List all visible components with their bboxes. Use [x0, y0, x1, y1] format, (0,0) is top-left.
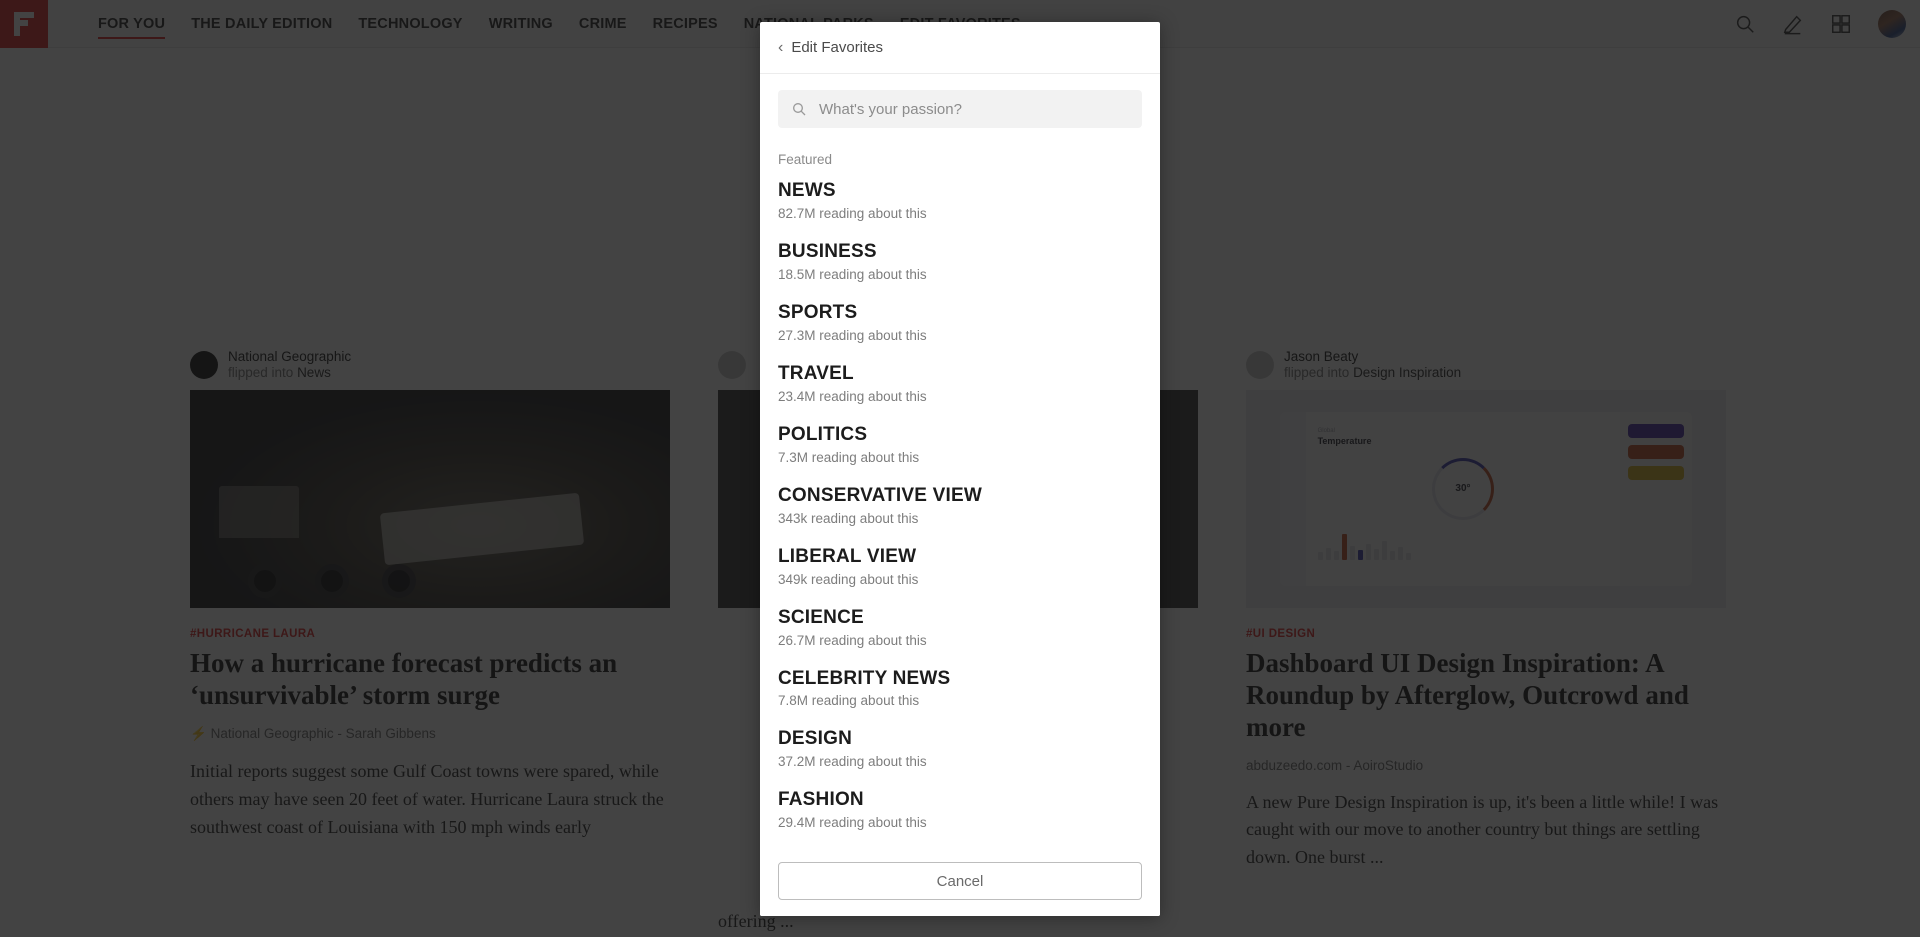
topic-row[interactable]: SPORTS 27.3M reading about this [778, 301, 1142, 343]
back-label: Edit Favorites [791, 39, 884, 56]
topic-reader-count: 82.7M reading about this [778, 205, 927, 221]
chevron-left-icon: ‹ [778, 38, 784, 56]
topic-row[interactable]: LIBERAL VIEW 349k reading about this [778, 545, 1142, 587]
topic-reader-count: 29.4M reading about this [778, 815, 927, 831]
topic-row[interactable]: BUSINESS 18.5M reading about this [778, 240, 1142, 282]
topic-reader-count: 7.8M reading about this [778, 693, 920, 709]
topic-name: BUSINESS [778, 240, 877, 262]
topic-name: LIBERAL VIEW [778, 545, 917, 567]
topic-reader-count: 23.4M reading about this [778, 388, 927, 404]
topic-name: NEWS [778, 180, 836, 201]
edit-favorites-modal: ‹ Edit Favorites Featured NEWS 82.7M read… [760, 22, 1160, 916]
topic-row[interactable]: FASHION 29.4M reading about this [778, 790, 1142, 830]
topic-row[interactable]: NEWS 82.7M reading about this [778, 181, 1142, 221]
search-input[interactable] [819, 100, 1129, 118]
search-box[interactable] [778, 90, 1142, 128]
topic-reader-count: 7.3M reading about this [778, 449, 920, 465]
back-to-edit-favorites-button[interactable]: ‹ Edit Favorites [778, 39, 883, 56]
topic-name: CONSERVATIVE VIEW [778, 484, 982, 506]
topic-name: FASHION [778, 789, 864, 811]
topic-row[interactable]: SCIENCE 26.7M reading about this [778, 606, 1142, 648]
modal-header: ‹ Edit Favorites [760, 22, 1160, 74]
topic-name: CELEBRITY NEWS [778, 667, 951, 689]
topic-row[interactable]: POLITICS 7.3M reading about this [778, 423, 1142, 465]
topic-reader-count: 26.7M reading about this [778, 632, 927, 648]
topic-reader-count: 349k reading about this [778, 571, 919, 587]
topic-reader-count: 37.2M reading about this [778, 754, 927, 770]
topic-name: DESIGN [778, 728, 853, 750]
topic-row[interactable]: CELEBRITY NEWS 7.8M reading about this [778, 667, 1142, 709]
modal-footer: Cancel [760, 848, 1160, 916]
topic-list-container: Featured NEWS 82.7M reading about this BUS… [760, 138, 1160, 848]
search-icon [793, 103, 806, 116]
search-section [760, 74, 1160, 138]
topic-name: SCIENCE [778, 606, 864, 628]
topic-name: POLITICS [778, 423, 868, 445]
section-label: Featured [778, 152, 833, 167]
topic-row[interactable]: DESIGN 37.2M reading about this [778, 729, 1142, 769]
topic-row[interactable]: TRAVEL 23.4M reading about this [778, 362, 1142, 404]
topic-list[interactable]: Featured NEWS 82.7M reading about this BUS… [760, 138, 1160, 848]
topic-name: TRAVEL [778, 362, 854, 384]
topic-name: SPORTS [778, 301, 858, 323]
cancel-button[interactable]: Cancel [778, 862, 1142, 900]
topic-reader-count: 343k reading about this [778, 510, 919, 526]
topic-reader-count: 27.3M reading about this [778, 327, 927, 343]
topic-row[interactable]: CONSERVATIVE VIEW 343k reading about this [778, 484, 1142, 526]
topic-reader-count: 18.5M reading about this [778, 266, 927, 282]
